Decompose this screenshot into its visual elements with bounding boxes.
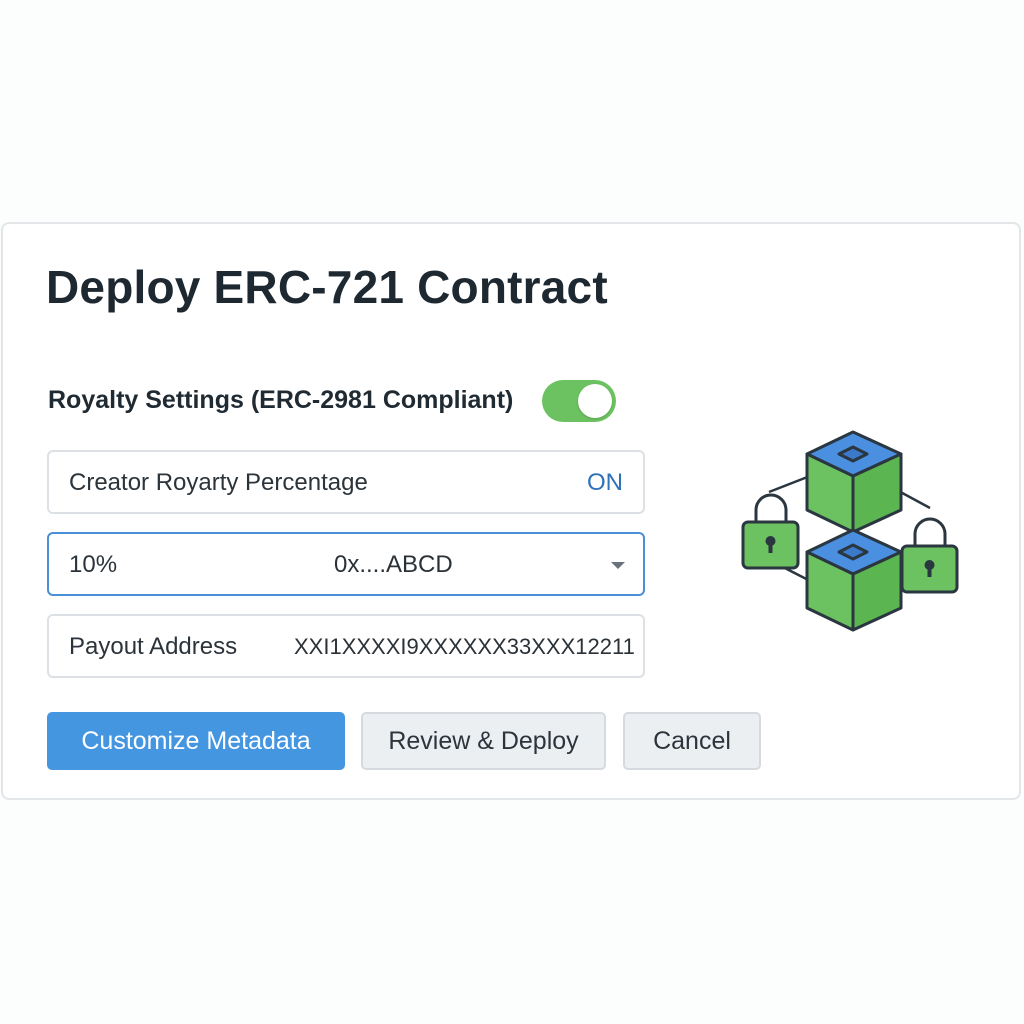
royalty-percentage-select[interactable]: 10% 0x....ABCD	[47, 532, 645, 596]
blockchain-lock-illustration	[741, 430, 959, 632]
chain-link	[768, 474, 811, 494]
creator-royalty-label: Creator Royarty Percentage	[69, 469, 368, 496]
review-deploy-button[interactable]: Review & Deploy	[361, 712, 606, 770]
creator-royalty-state: ON	[587, 469, 623, 496]
chevron-down-icon[interactable]	[611, 562, 625, 569]
creator-royalty-field[interactable]: Creator Royarty Percentage ON	[47, 450, 645, 514]
padlock-icon	[741, 493, 800, 570]
royalty-toggle[interactable]	[542, 380, 616, 422]
customize-metadata-button[interactable]: Customize Metadata	[47, 712, 345, 770]
payout-address-field[interactable]: Payout Address XXI1XXXXI9XXXXXX33XXX1221…	[47, 614, 645, 678]
blockchain-cube-icon	[805, 430, 903, 534]
blockchain-cube-icon	[805, 528, 903, 632]
payout-address-label: Payout Address	[69, 633, 238, 660]
page-title: Deploy ERC-721 Contract	[46, 261, 608, 313]
cancel-button[interactable]: Cancel	[623, 712, 761, 770]
payout-address-value: XXI1XXXXI9XXXXXX33XXX12211	[294, 634, 635, 659]
toggle-knob	[578, 384, 612, 418]
padlock-icon	[900, 517, 959, 594]
deploy-contract-dialog: Deploy ERC-721 Contract Royalty Settings…	[1, 222, 1021, 800]
royalty-settings-label: Royalty Settings (ERC-2981 Compliant)	[48, 386, 514, 414]
royalty-percentage-value: 10%	[69, 551, 118, 578]
recipient-address-short: 0x....ABCD	[334, 551, 453, 578]
